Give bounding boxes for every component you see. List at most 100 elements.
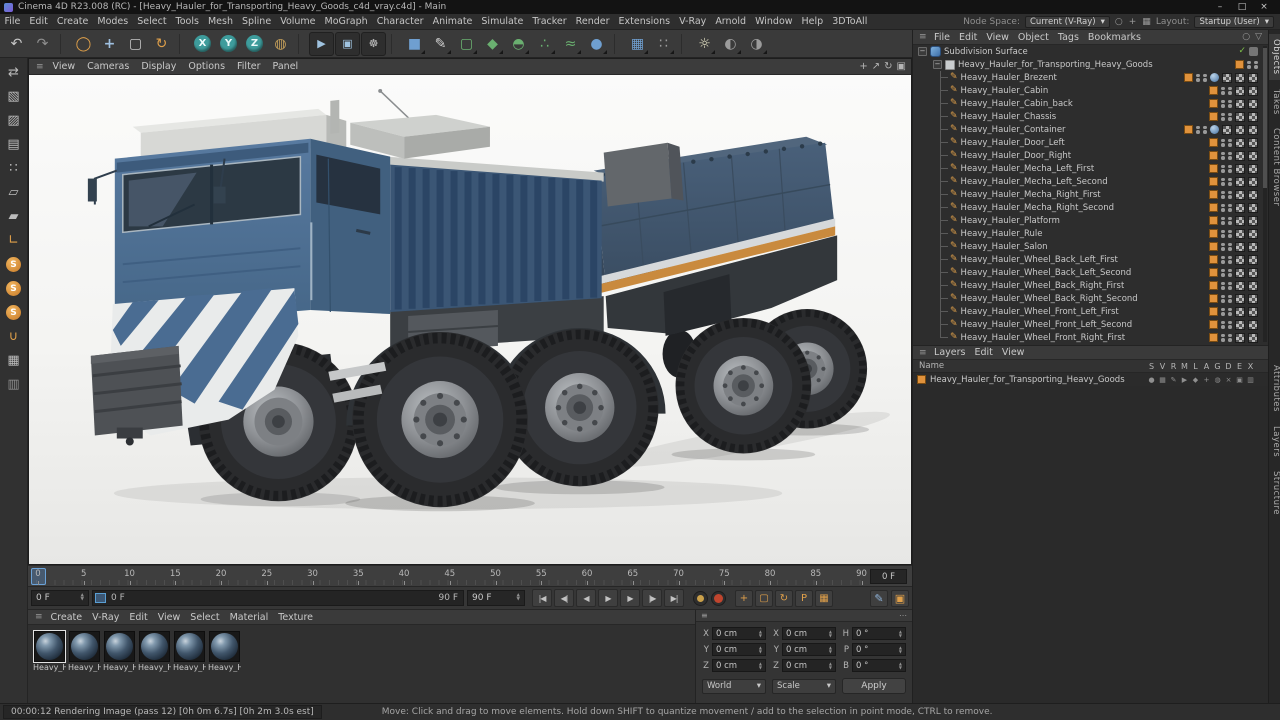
material-thumbnail[interactable]: Heavy_H <box>208 631 241 672</box>
visibility-dots-icon[interactable] <box>1221 151 1232 160</box>
object-row-heavy-hauler-wheel-back-right-first[interactable]: ✎ Heavy_Hauler_Wheel_Back_Right_First <box>913 279 1268 292</box>
menu-tracker[interactable]: Tracker <box>528 16 571 27</box>
expander-icon[interactable]: − <box>918 47 927 56</box>
position-z-field[interactable]: 0 cm ▲ ▼ <box>712 659 766 672</box>
object-manager-menu-file[interactable]: File <box>930 32 955 43</box>
keyframe-presets-button[interactable]: ✎ <box>870 589 888 607</box>
viewport-solo-single-button[interactable]: S <box>3 278 25 299</box>
rotation-b-field[interactable]: 0 ° ▲ ▼ <box>852 659 906 672</box>
close-button[interactable]: × <box>1258 2 1270 12</box>
material-tag-icon[interactable] <box>1235 189 1245 200</box>
toggle-view-icon[interactable]: ▣ <box>897 61 906 72</box>
material-manager-menu-v-ray[interactable]: V-Ray <box>87 612 124 623</box>
menu-modes[interactable]: Modes <box>93 16 133 27</box>
material-tag-icon[interactable] <box>1248 202 1258 213</box>
material-tag-icon[interactable] <box>1235 72 1245 83</box>
object-row-heavy-hauler-wheel-back-left-second[interactable]: ✎ Heavy_Hauler_Wheel_Back_Left_Second <box>913 266 1268 279</box>
size-x-field[interactable]: 0 cm ▲ ▼ <box>782 627 836 640</box>
menu-mesh[interactable]: Mesh <box>203 16 237 27</box>
menu-help[interactable]: Help <box>797 16 828 27</box>
object-row-heavy-hauler-brezent[interactable]: ✎ Heavy_Hauler_Brezent <box>913 71 1268 84</box>
texture-mode-button[interactable]: ▨ <box>3 110 25 131</box>
subdivision-surface-button[interactable]: ▢ <box>454 32 479 56</box>
viewport-menu-filter[interactable]: Filter <box>231 61 267 72</box>
material-tag-icon[interactable] <box>1248 280 1258 291</box>
next-frame-button[interactable]: ▶ <box>620 589 640 607</box>
menu-burger-icon[interactable]: ≡ <box>916 32 930 42</box>
object-row-heavy-hauler-for-transporting-heavy-goods[interactable]: − Heavy_Hauler_for_Transporting_Heavy_Goo… <box>913 58 1268 71</box>
object-row-heavy-hauler-door-left[interactable]: ✎ Heavy_Hauler_Door_Left <box>913 136 1268 149</box>
sky-button[interactable]: ◐ <box>718 32 743 56</box>
material-tag-icon[interactable] <box>1235 267 1245 278</box>
autokey-button[interactable] <box>711 590 726 606</box>
environment-button[interactable]: ◑ <box>744 32 769 56</box>
quantize-button[interactable]: ▦ <box>3 350 25 371</box>
material-tag-icon[interactable] <box>1222 124 1232 135</box>
menu-create[interactable]: Create <box>52 16 93 27</box>
panel-tab-content-browser[interactable]: Content Browser <box>1269 123 1280 211</box>
truck-model[interactable] <box>29 75 911 564</box>
search-icon[interactable]: ○ <box>1115 17 1123 27</box>
layer-manager-menu-view[interactable]: View <box>997 347 1029 358</box>
material-tag-icon[interactable] <box>1248 150 1258 161</box>
scale-tool-button[interactable]: ▢ <box>123 32 148 56</box>
material-tag-icon[interactable] <box>1248 293 1258 304</box>
menu-extensions[interactable]: Extensions <box>614 16 675 27</box>
object-manager-menu-bookmarks[interactable]: Bookmarks <box>1083 32 1145 43</box>
position-y-field[interactable]: 0 cm ▲ ▼ <box>712 643 766 656</box>
layer-color-swatch[interactable] <box>1209 320 1218 329</box>
material-tag-icon[interactable] <box>1235 293 1245 304</box>
object-row-heavy-hauler-wheel-front-left-first[interactable]: ✎ Heavy_Hauler_Wheel_Front_Left_First <box>913 305 1268 318</box>
layer-toggle-icon[interactable]: ▶ <box>1179 376 1190 384</box>
panel-tab-takes[interactable]: Takes <box>1269 84 1280 120</box>
spline-pen-button[interactable]: ✎ <box>428 32 453 56</box>
panel-tab-objects[interactable]: Objects <box>1269 34 1280 80</box>
layer-color-swatch[interactable] <box>1209 281 1218 290</box>
minimize-button[interactable]: – <box>1214 2 1226 12</box>
material-tag-icon[interactable] <box>1248 163 1258 174</box>
object-row-heavy-hauler-mecha-right-second[interactable]: ✎ Heavy_Hauler_Mecha_Right_Second <box>913 201 1268 214</box>
expander-icon[interactable]: − <box>933 60 942 69</box>
menu-select[interactable]: Select <box>133 16 171 27</box>
object-row-subdivision-surface[interactable]: − Subdivision Surface ✓ <box>913 45 1268 58</box>
object-row-heavy-hauler-rule[interactable]: ✎ Heavy_Hauler_Rule <box>913 227 1268 240</box>
menu-window[interactable]: Window <box>751 16 797 27</box>
material-thumbnail[interactable]: Heavy_H <box>103 631 136 672</box>
viewport-canvas[interactable] <box>29 75 911 564</box>
material-tag-icon[interactable] <box>1235 111 1245 122</box>
rotate-tool-button[interactable]: ↻ <box>149 32 174 56</box>
node-space-select[interactable]: Current (V-Ray) ▾ <box>1025 15 1110 28</box>
maximize-button[interactable]: □ <box>1236 2 1248 12</box>
position-x-field[interactable]: 0 cm ▲ ▼ <box>712 627 766 640</box>
boole-button[interactable]: ◓ <box>506 32 531 56</box>
render-settings-button[interactable]: ☸ <box>361 31 386 56</box>
enabled-check-icon[interactable]: ✓ <box>1238 47 1246 56</box>
layer-color-swatch[interactable] <box>917 375 926 384</box>
layer-color-swatch[interactable] <box>1209 294 1218 303</box>
apply-button[interactable]: Apply <box>842 678 906 694</box>
material-tag-icon[interactable] <box>1235 137 1245 148</box>
y-axis-lock-button[interactable]: Y <box>216 32 241 56</box>
visibility-dots-icon[interactable] <box>1221 203 1232 212</box>
layer-toggle-icon[interactable]: ◍ <box>1212 376 1223 384</box>
visibility-dots-icon[interactable] <box>1221 138 1232 147</box>
visibility-dots-icon[interactable] <box>1221 190 1232 199</box>
material-tag-icon[interactable] <box>1235 124 1245 135</box>
render-picture-viewer-button[interactable]: ▣ <box>335 31 360 56</box>
layer-color-swatch[interactable] <box>1209 177 1218 186</box>
material-tag-icon[interactable] <box>1248 241 1258 252</box>
z-axis-lock-button[interactable]: Z <box>242 32 267 56</box>
go-to-start-button[interactable]: |◀ <box>532 589 552 607</box>
material-tag-icon[interactable] <box>1235 280 1245 291</box>
menu-render[interactable]: Render <box>571 16 614 27</box>
layer-color-swatch[interactable] <box>1209 333 1218 342</box>
previous-frame-button[interactable]: ◀ <box>576 589 596 607</box>
visibility-dots-icon[interactable] <box>1221 99 1232 108</box>
material-tag-icon[interactable] <box>1248 332 1258 343</box>
visibility-dots-icon[interactable] <box>1221 320 1232 329</box>
viewport-menu-panel[interactable]: Panel <box>267 61 305 72</box>
visibility-dots-icon[interactable] <box>1221 86 1232 95</box>
symmetry-button[interactable]: ◆ <box>480 32 505 56</box>
layer-color-swatch[interactable] <box>1209 86 1218 95</box>
panel-tab-structure[interactable]: Structure <box>1269 466 1280 520</box>
